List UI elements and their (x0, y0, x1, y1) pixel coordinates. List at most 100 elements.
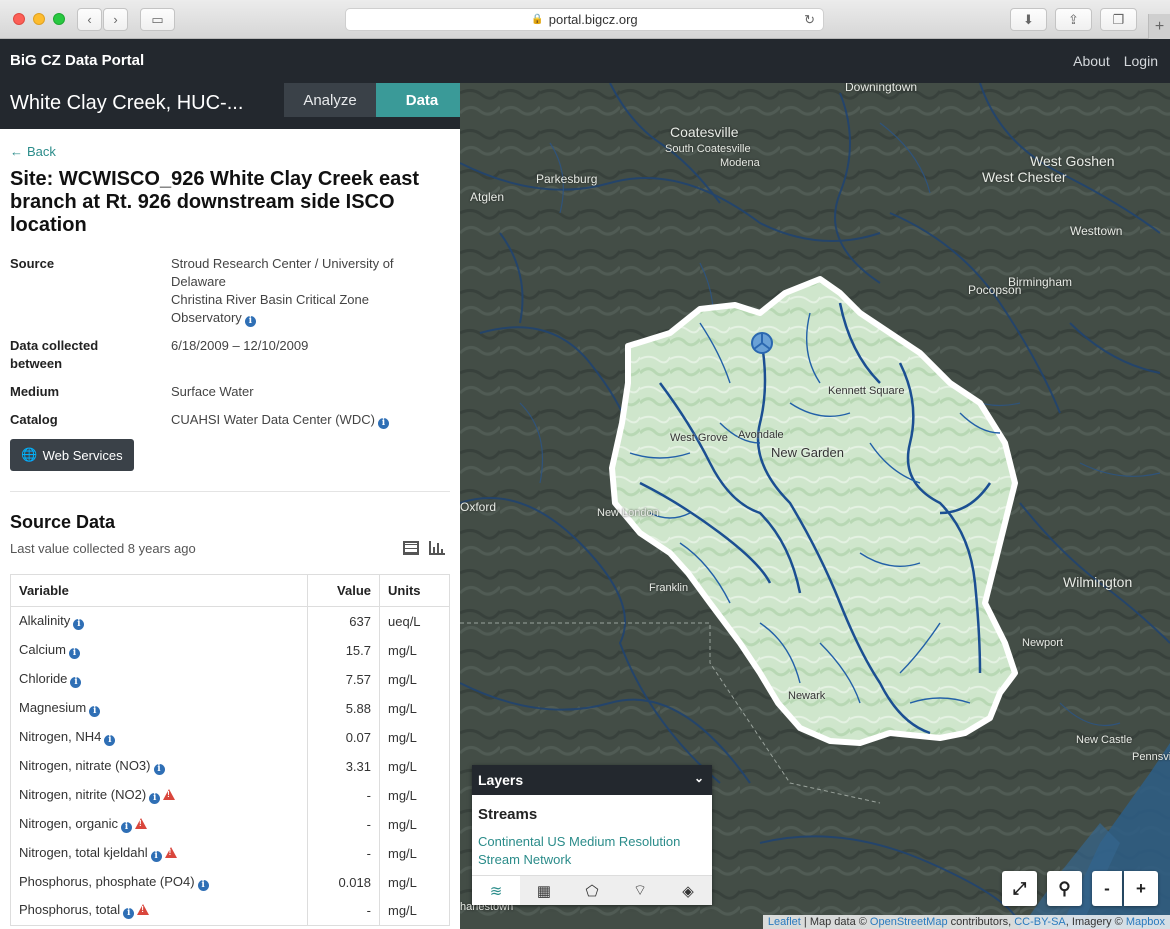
basemap-layer-icon[interactable]: ◈ (664, 876, 712, 905)
tabs-icon[interactable]: ❐ (1100, 8, 1137, 31)
info-icon[interactable]: i (377, 418, 389, 429)
variable-value: - (307, 809, 380, 839)
info-icon[interactable]: i (123, 908, 135, 920)
download-icon[interactable]: ⬇ (1010, 8, 1047, 31)
stream-layer-link[interactable]: Continental US Medium Resolution Stream … (472, 823, 712, 869)
reload-icon[interactable]: ↻ (804, 12, 815, 28)
meta-collected-value: 6/18/2009 – 12/10/2009 (171, 338, 309, 353)
zoom-window-button[interactable] (53, 13, 65, 25)
observations-layer-icon[interactable]: ⌔ (616, 876, 664, 905)
info-icon[interactable]: i (149, 792, 161, 804)
place-label: Newport (1022, 637, 1063, 649)
zoom-out-button[interactable]: - (1092, 871, 1122, 906)
back-nav-icon[interactable]: ‹ (77, 8, 102, 31)
meta-catalog-value: CUAHSI Water Data Center (WDC) (171, 412, 375, 427)
warning-icon[interactable] (135, 817, 147, 829)
variable-name: Nitrogen, organic (19, 815, 118, 831)
attribution-text: contributors, (947, 916, 1015, 928)
info-icon[interactable]: i (73, 618, 85, 630)
map-view[interactable]: Downingtown Coatesville South Coatesvill… (460, 83, 1170, 929)
table-row[interactable]: Magnesium i 5.88 mg/L (11, 693, 450, 723)
place-label: Coatesville (670, 124, 739, 140)
table-view-icon[interactable] (403, 541, 419, 555)
arrow-left-icon: ← (10, 144, 23, 159)
place-label: Pennsvi (1132, 751, 1170, 763)
zoom-in-button[interactable]: + (1124, 871, 1158, 906)
boundary-layer-icon[interactable]: ⬠ (568, 876, 616, 905)
leaflet-link[interactable]: Leaflet (768, 916, 801, 928)
table-row[interactable]: Nitrogen, NH4 i 0.07 mg/L (11, 722, 450, 752)
info-icon[interactable]: i (153, 763, 165, 775)
meta-medium-key: Medium (10, 384, 60, 399)
nav-login[interactable]: Login (1124, 53, 1158, 69)
info-icon[interactable]: i (121, 821, 132, 833)
variable-value: 7.57 (307, 664, 380, 694)
info-icon[interactable]: i (68, 647, 80, 659)
variable-value: - (307, 780, 380, 810)
share-icon[interactable]: ⇪ (1055, 8, 1092, 31)
new-tab-icon[interactable]: + (1148, 14, 1170, 39)
nav-about[interactable]: About (1073, 53, 1110, 69)
warning-icon[interactable] (164, 846, 177, 858)
table-row[interactable]: Nitrogen, nitrate (NO3) i 3.31 mg/L (11, 751, 450, 781)
warning-icon[interactable] (163, 788, 176, 800)
variable-value: 0.07 (307, 722, 380, 752)
forward-nav-icon[interactable]: › (103, 8, 128, 31)
meta-source-value-1: Stroud Research Center / University of D… (171, 256, 394, 289)
table-row[interactable]: Phosphorus, totali -mg/L (11, 896, 450, 926)
address-bar[interactable]: 🔒 portal.bigcz.org ↻ (345, 8, 824, 31)
minimize-window-button[interactable] (33, 13, 45, 25)
table-row[interactable]: Nitrogen, nitrite (NO2)i -mg/L (11, 780, 450, 810)
table-row[interactable]: Alkalinity i 637 ueq/L (11, 606, 450, 636)
table-row[interactable]: Phosphorus, phosphate (PO4) i 0.018 mg/L (11, 867, 450, 897)
map-attribution: Leaflet | Map data © OpenStreetMap contr… (762, 915, 1170, 929)
brand-logo[interactable]: BiG CZ Data Portal (10, 52, 144, 69)
locate-icon[interactable]: ⚲ (1047, 871, 1082, 906)
globe-icon: 🌐 (21, 447, 38, 462)
variable-units: mg/L (388, 671, 417, 687)
sidebar-toggle-icon[interactable]: ▭ (140, 8, 175, 31)
info-icon[interactable]: i (244, 316, 256, 327)
streams-layer-icon[interactable]: ≋ (472, 876, 520, 905)
back-link[interactable]: ← Back (10, 144, 450, 159)
table-row[interactable]: Calcium i 15.7 mg/L (11, 635, 450, 665)
tab-data[interactable]: Data (376, 83, 460, 117)
info-icon[interactable]: i (197, 879, 209, 891)
column-header-units[interactable]: Units (379, 574, 450, 607)
meta-source-key: Source (10, 256, 55, 271)
sidebar-tabs: Analyze Data (284, 83, 460, 117)
layers-panel-header[interactable]: Layers ⌄ (472, 765, 712, 795)
tab-analyze[interactable]: Analyze (284, 83, 376, 117)
web-services-button[interactable]: 🌐 Web Services (10, 439, 134, 471)
place-label: Newark (788, 690, 826, 702)
info-icon[interactable]: i (70, 676, 82, 688)
table-row[interactable]: Nitrogen, organici -mg/L (11, 809, 450, 839)
site-details: Source Stroud Research Center / Universi… (10, 255, 450, 429)
variable-value: 0.018 (307, 867, 380, 897)
close-window-button[interactable] (13, 13, 25, 25)
warning-icon[interactable] (137, 904, 150, 916)
variable-name: Calcium (19, 641, 66, 657)
variable-name: Phosphorus, phosphate (PO4) (19, 873, 195, 889)
table-row[interactable]: Nitrogen, total kjeldahli -mg/L (11, 838, 450, 868)
meta-collected: Data collected between 6/18/2009 – 12/10… (10, 337, 450, 373)
mapbox-link[interactable]: Mapbox (1126, 916, 1165, 928)
fullscreen-icon[interactable]: ⤢ (1002, 871, 1037, 906)
info-icon[interactable]: i (104, 734, 116, 746)
license-link[interactable]: CC-BY-SA (1014, 916, 1066, 928)
column-header-variable[interactable]: Variable (10, 574, 308, 607)
source-data-table: Variable Value Units Alkalinity i 637 ueq/L… (10, 574, 450, 926)
grid-layer-icon[interactable]: ▦ (520, 876, 568, 905)
column-header-value[interactable]: Value (307, 574, 380, 607)
osm-link[interactable]: OpenStreetMap (870, 916, 948, 928)
info-icon[interactable]: i (150, 850, 162, 862)
variable-value: 15.7 (307, 635, 380, 665)
source-data-subtitle: Last value collected 8 years ago (10, 541, 450, 556)
variable-name: Nitrogen, nitrate (NO3) (19, 757, 151, 773)
info-icon[interactable]: i (89, 705, 101, 717)
divider (10, 491, 450, 492)
chart-view-icon[interactable] (429, 541, 445, 555)
table-row[interactable]: Chloride i 7.57 mg/L (11, 664, 450, 694)
place-label: Oxford (460, 500, 497, 514)
chevron-down-icon[interactable]: ⌄ (694, 771, 704, 785)
